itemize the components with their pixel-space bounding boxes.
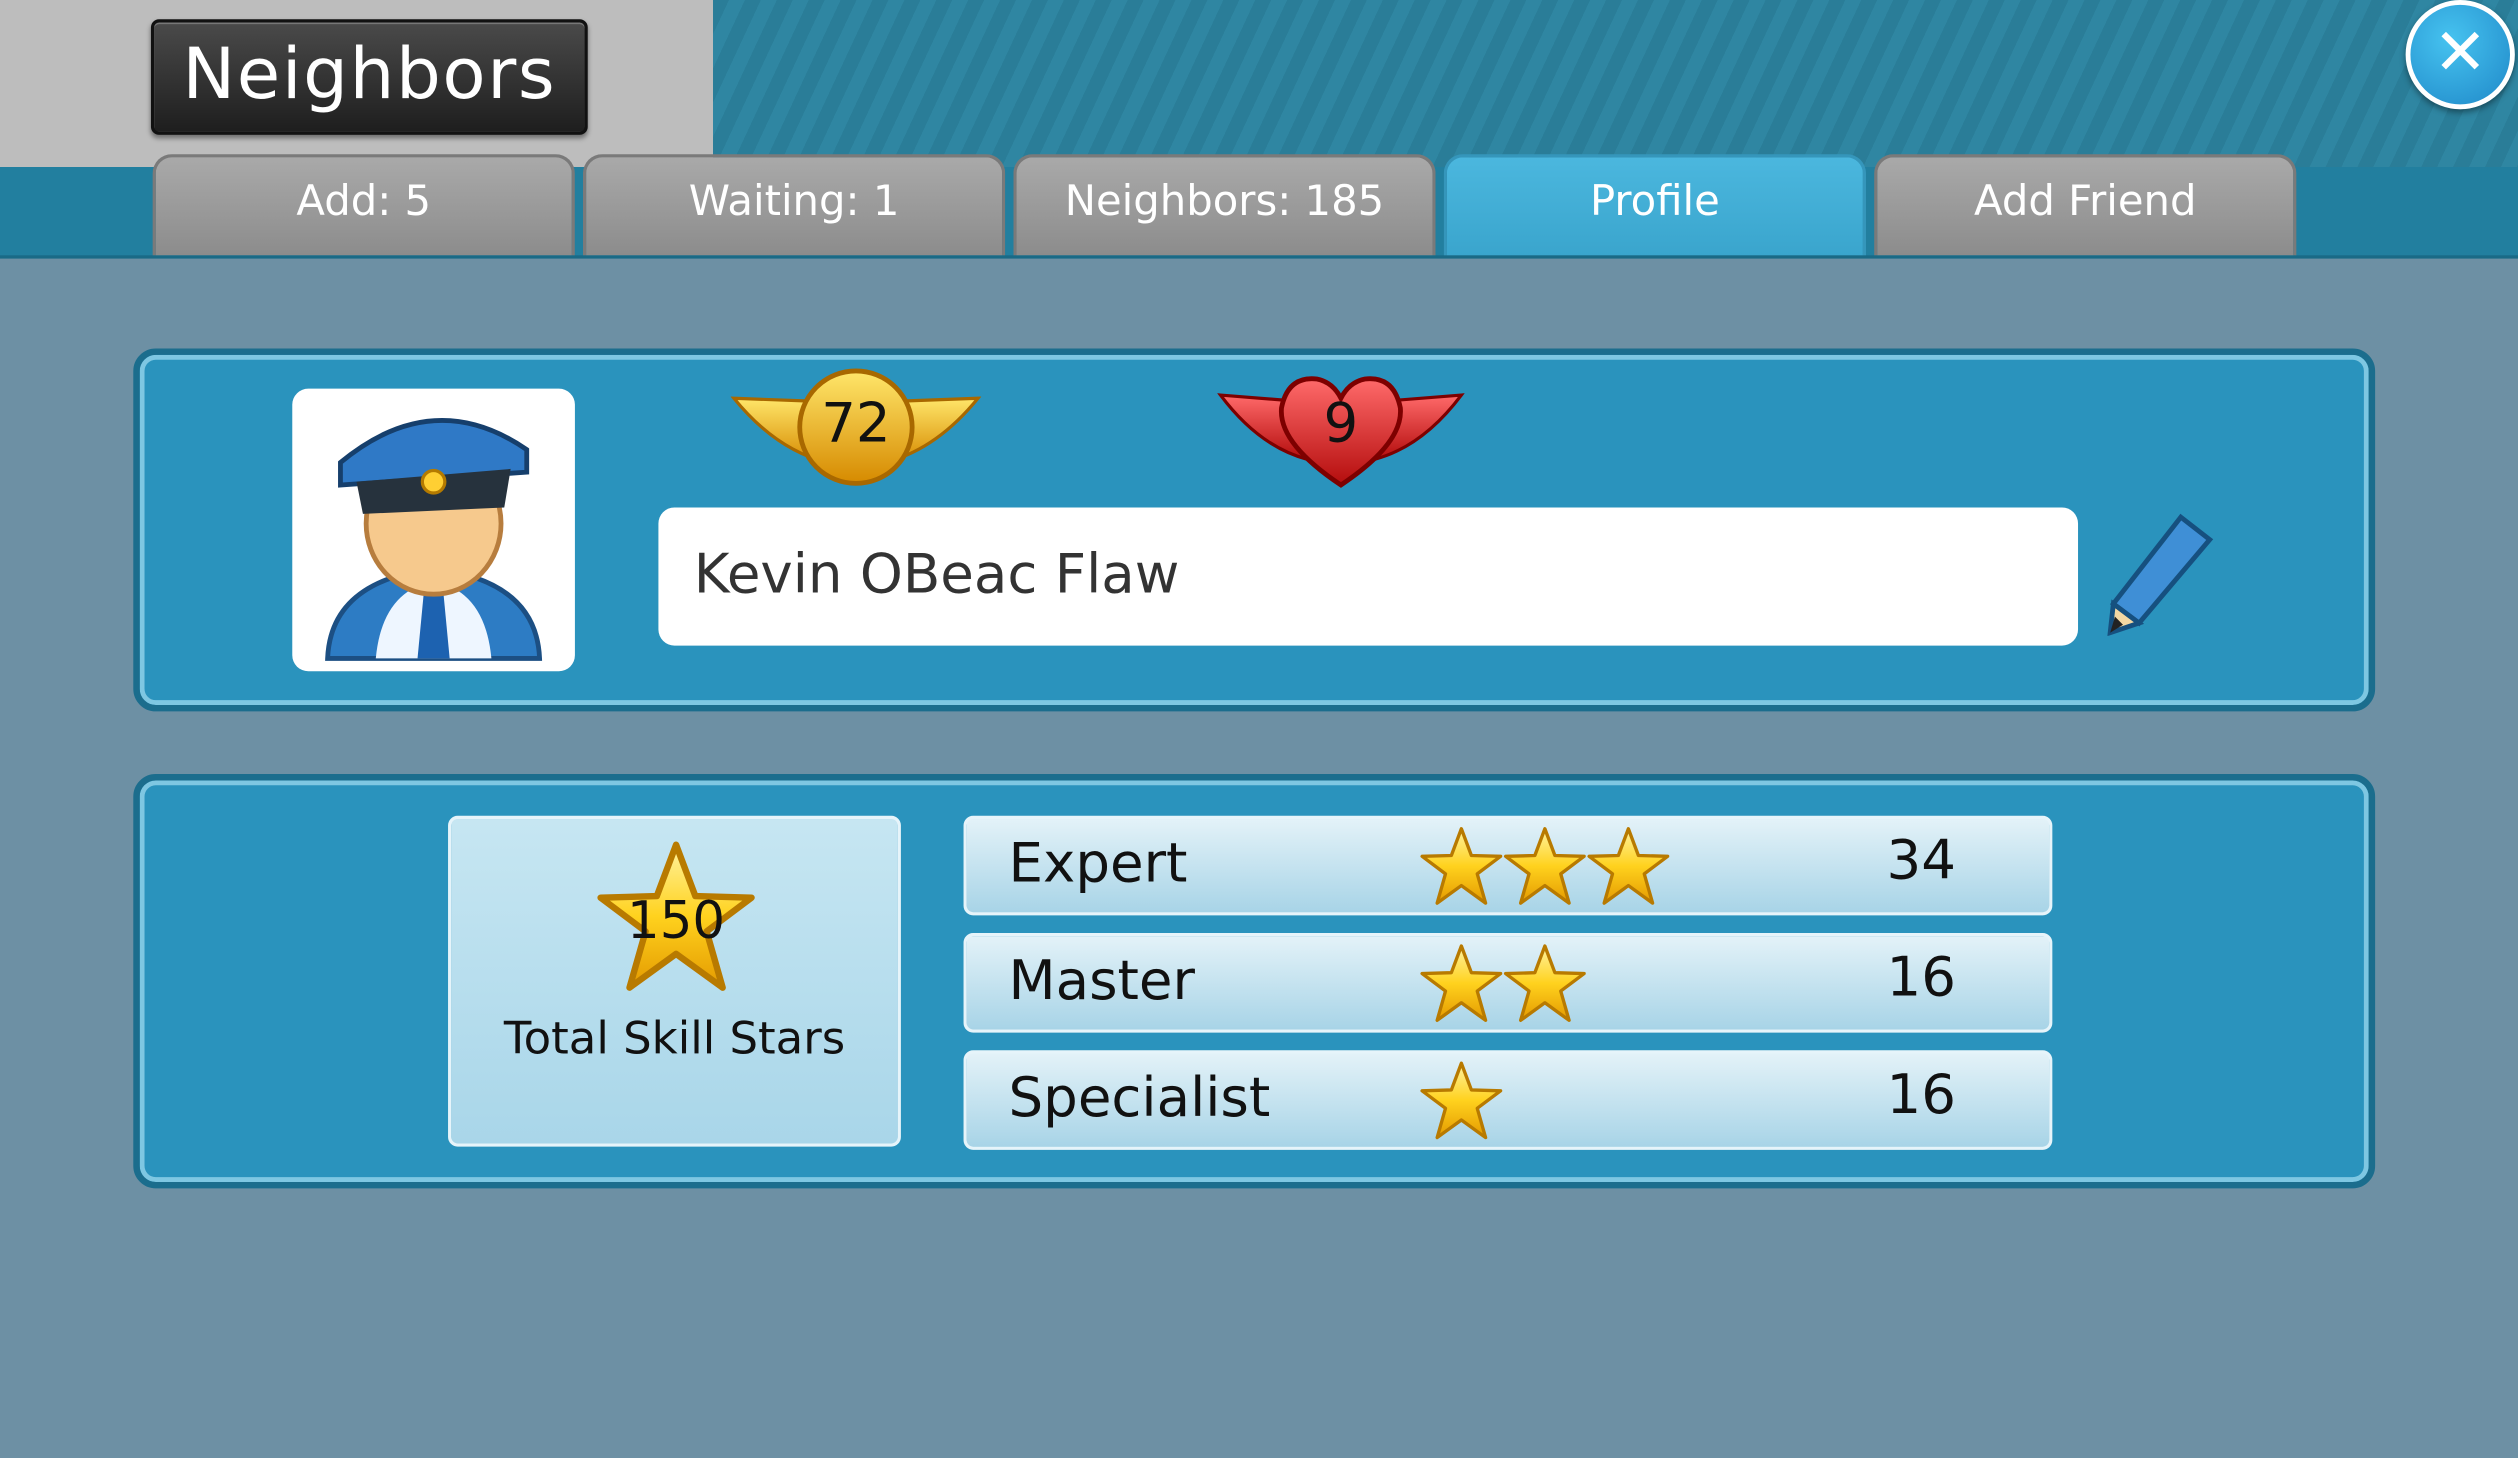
skill-row-count: 16	[1886, 1063, 1956, 1128]
star-icon	[1503, 943, 1587, 1027]
skill-row-count: 34	[1886, 828, 1956, 893]
skill-row-stars	[1420, 1060, 1504, 1150]
hearts-value: 9	[1323, 391, 1359, 457]
total-skill-stars-label: Total Skill Stars	[503, 1011, 846, 1065]
avatar	[292, 388, 575, 672]
pencil-icon	[2107, 513, 2214, 637]
skill-row-expert: Expert 34	[963, 815, 2053, 916]
player-name-field[interactable]: Kevin OBeac Flaw	[658, 507, 2079, 646]
skill-row-label: Master	[1008, 949, 1195, 1014]
tab-profile[interactable]: Profile	[1443, 154, 1867, 256]
total-skill-stars-card: 150 Total Skill Stars	[448, 815, 901, 1147]
tab-neighbors[interactable]: Neighbors: 185	[1013, 154, 1436, 256]
skill-row-label: Expert	[1008, 831, 1188, 897]
level-value: 72	[821, 391, 891, 457]
skill-row-stars	[1420, 943, 1587, 1033]
close-button[interactable]: ✕	[2405, 0, 2515, 110]
star-icon	[1503, 825, 1587, 909]
star-icon	[1420, 825, 1504, 909]
skill-row-count: 16	[1886, 945, 1956, 1011]
neighbors-dialog: Neighbors ✕ Add: 5 Waiting: 1 Neighbors:…	[0, 0, 2518, 1458]
tab-add[interactable]: Add: 5	[152, 154, 575, 256]
striped-header-background	[713, 0, 2518, 168]
skill-row-master: Master 16	[963, 933, 2053, 1033]
window-title: Neighbors	[150, 19, 588, 135]
edit-name-button[interactable]	[2104, 511, 2216, 643]
tab-add-friend[interactable]: Add Friend	[1874, 154, 2297, 256]
skill-row-label: Specialist	[1008, 1066, 1271, 1131]
tab-waiting[interactable]: Waiting: 1	[582, 154, 1006, 256]
star-icon	[1420, 943, 1504, 1027]
close-icon: ✕	[2433, 16, 2488, 90]
star-icon	[1420, 1060, 1504, 1144]
total-skill-stars-value: 150	[627, 889, 726, 951]
pilot-avatar-icon	[325, 418, 543, 661]
star-icon	[1587, 825, 1671, 909]
skill-row-stars	[1420, 825, 1671, 915]
skill-row-specialist: Specialist 16	[963, 1050, 2053, 1150]
